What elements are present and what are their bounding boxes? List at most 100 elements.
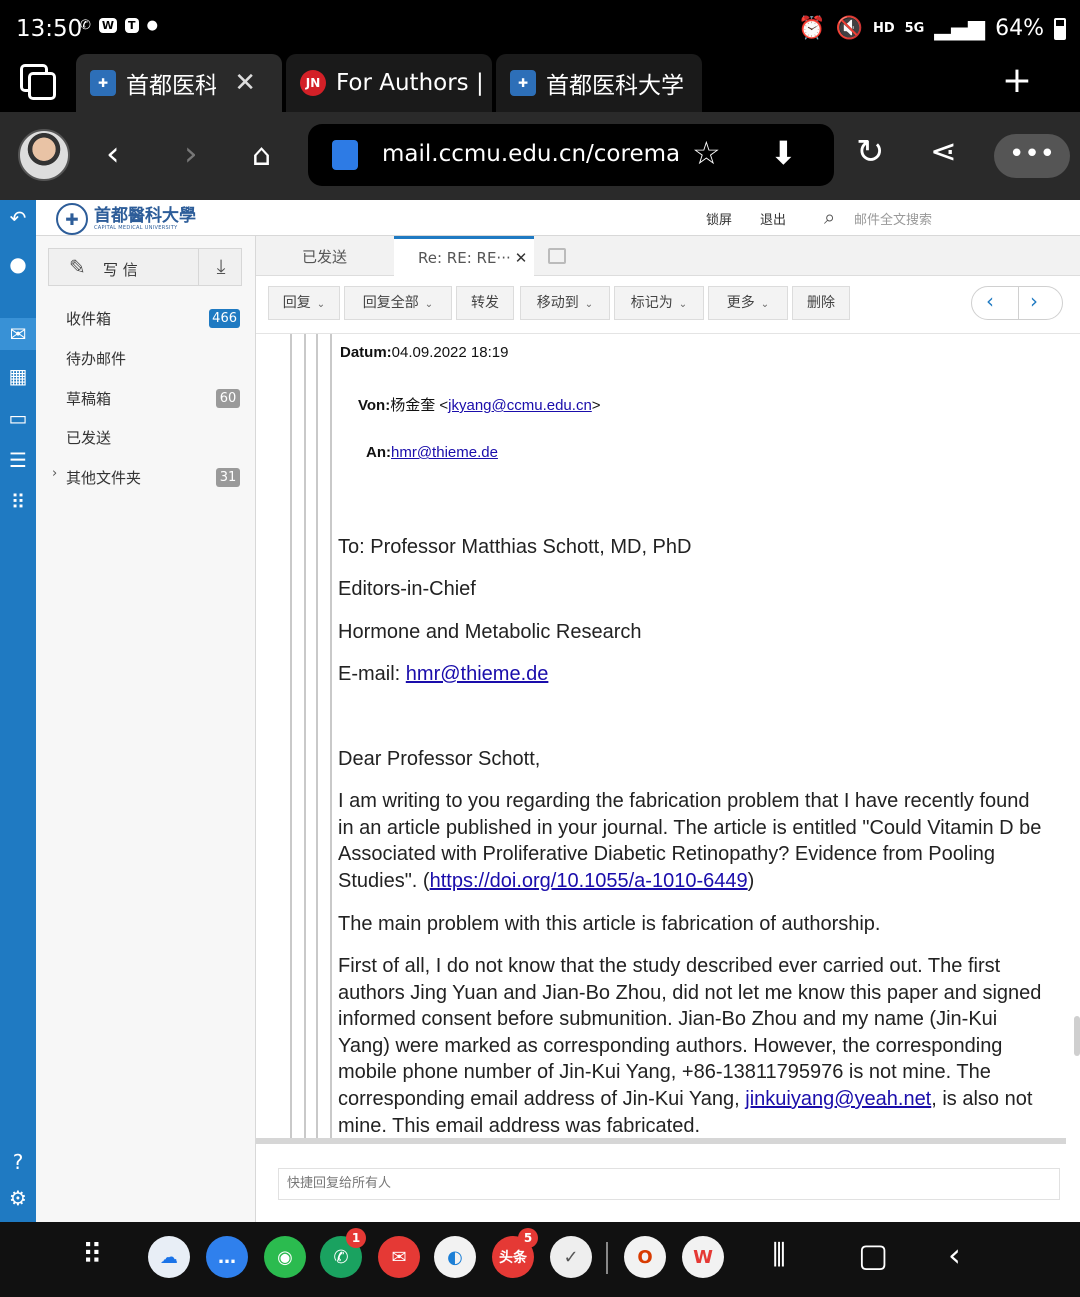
more-button[interactable]: 更多 ⌄ — [708, 286, 788, 320]
reading-pane: 已发送 Re: RE: RE··· ✕ 回复 ⌄ 回复全部 ⌄ 转发 移动到 ⌄ 标记为… — [256, 236, 1080, 1222]
calendar-icon[interactable]: ▦ — [6, 364, 30, 388]
folder-drafts[interactable]: 草稿箱 60 — [36, 378, 256, 418]
von-email-link[interactable]: jkyang@ccmu.edu.cn — [448, 397, 592, 414]
back-icon[interactable]: ‹ — [106, 134, 120, 174]
settings-gear-icon[interactable]: ⚙ — [6, 1186, 30, 1210]
horizontal-scrollbar[interactable] — [256, 1138, 1066, 1144]
url-field[interactable]: mail.ccmu.edu.cn/coremail ☆ ⬇ — [308, 124, 834, 186]
close-tab-icon[interactable]: ✕ — [234, 68, 256, 98]
help-icon[interactable]: ? — [6, 1150, 30, 1174]
header-datum: Datum:04.09.2022 18:19 — [340, 344, 508, 361]
back-arrow-icon[interactable]: ↶ — [6, 206, 30, 230]
profile-avatar[interactable] — [18, 129, 70, 181]
university-logo: ✚ 首都醫科大學 CAPITAL MEDICAL UNIVERSITY — [56, 203, 196, 235]
messages-icon[interactable]: … — [206, 1236, 248, 1278]
recents-icon[interactable]: ⦀ — [772, 1236, 786, 1275]
tab-sent[interactable]: 已发送 — [302, 236, 347, 276]
next-message-icon[interactable]: › — [1030, 289, 1038, 313]
wps-icon[interactable]: W — [682, 1236, 724, 1278]
contacts-icon[interactable]: ☰ — [6, 448, 30, 472]
message-pager: ‹ › — [971, 286, 1063, 320]
user-icon[interactable]: ● — [6, 252, 30, 276]
paragraph-1-close: ) — [747, 869, 755, 892]
browser-tab-label: For Authors | — [336, 70, 484, 96]
header-von: Von:杨金奎 <jkyang@ccmu.edu.cn> — [358, 394, 601, 415]
download-icon[interactable]: ⬇ — [770, 134, 797, 172]
office-icon[interactable]: O — [624, 1236, 666, 1278]
home-button-icon[interactable]: ▢ — [858, 1236, 888, 1274]
mail-icon[interactable]: ✉ — [0, 318, 36, 350]
browser-menu-button[interactable]: ••• — [994, 134, 1070, 178]
lock-screen-link[interactable]: 锁屏 — [706, 209, 732, 228]
phone-icon[interactable]: ✆ 1 — [320, 1228, 366, 1278]
toutiao-icon[interactable]: 头条 5 — [492, 1228, 538, 1278]
browser-tab-2[interactable]: JN For Authors | — [286, 54, 492, 112]
move-to-button[interactable]: 移动到 ⌄ — [520, 286, 610, 320]
battery-icon — [1054, 17, 1066, 40]
status-bar: 13:50 ✆ W T ● ⏰ 🔇 HD 5G ▂▄▆ 64% — [0, 0, 1080, 62]
folder-todo[interactable]: 待办邮件 — [36, 338, 256, 378]
move-label: 移动到 — [536, 295, 579, 311]
logout-link[interactable]: 退出 — [760, 209, 786, 228]
tasks-check-icon[interactable]: ✓ — [550, 1236, 592, 1278]
toutiao-label: 头条 — [499, 1250, 527, 1266]
an-email-link[interactable]: hmr@thieme.de — [391, 444, 498, 461]
fabricated-email-link[interactable]: jinkuiyang@yeah.net — [745, 1088, 931, 1110]
apps-grid-icon[interactable]: ⠿ — [6, 490, 30, 514]
new-window-icon[interactable] — [548, 248, 566, 264]
reply-all-button[interactable]: 回复全部 ⌄ — [344, 286, 452, 320]
mail-top-bar: ✚ 首都醫科大學 CAPITAL MEDICAL UNIVERSITY 锁屏 退… — [36, 200, 1080, 236]
system-back-icon[interactable]: ‹ — [948, 1236, 961, 1274]
other-count-badge: 31 — [216, 468, 240, 487]
expand-chevron-icon[interactable]: › — [52, 466, 57, 481]
missed-call-icon: ✆ — [80, 18, 91, 33]
folder-label: 其他文件夹 — [66, 469, 142, 487]
site-security-icon[interactable] — [332, 140, 358, 170]
reply-button[interactable]: 回复 ⌄ — [268, 286, 340, 320]
onedrive-icon[interactable]: ☁ — [148, 1236, 190, 1278]
folder-sent[interactable]: 已发送 — [36, 417, 256, 457]
doi-link[interactable]: https://doi.org/10.1055/a-1010-6449 — [430, 870, 748, 892]
reload-icon[interactable]: ↻ — [856, 132, 885, 172]
tab-switcher-icon[interactable] — [20, 64, 56, 100]
home-icon[interactable]: ⌂ — [252, 138, 271, 173]
webmail-page: ↶ ● ✉ ▦ ▭ ☰ ⠿ ? ⚙ ✚ 首都醫科大學 CAPITAL MEDIC… — [0, 200, 1080, 1222]
status-time: 13:50 — [16, 16, 83, 42]
folder-other[interactable]: › 其他文件夹 31 — [36, 457, 256, 497]
bookmark-star-icon[interactable]: ☆ — [692, 134, 721, 172]
forward-label: 转发 — [471, 295, 499, 311]
mark-as-button[interactable]: 标记为 ⌄ — [614, 286, 704, 320]
quick-reply-input[interactable]: 快捷回复给所有人 — [278, 1168, 1060, 1200]
app-drawer-icon[interactable]: ⠿ — [82, 1238, 103, 1271]
folder-label: 草稿箱 — [66, 390, 112, 408]
edge-browser-icon[interactable]: ◐ — [434, 1236, 476, 1278]
compose-button[interactable]: ✎ 写 信 — [49, 249, 199, 285]
receive-mail-icon[interactable]: ⤓ — [199, 249, 243, 285]
email-line: E-mail: hmr@thieme.de — [338, 661, 1048, 688]
vertical-scrollbar-thumb[interactable] — [1074, 1016, 1080, 1056]
tab-current-message[interactable]: Re: RE: RE··· ✕ — [394, 236, 534, 276]
toutiao-notification-icon: T — [125, 18, 139, 33]
previous-message-icon[interactable]: ‹ — [986, 289, 994, 313]
new-tab-icon[interactable]: + — [1002, 60, 1032, 101]
forward-button[interactable]: 转发 — [456, 286, 514, 320]
browser-tab-1[interactable]: ✚ 首都医科大学 ✕ — [76, 54, 282, 112]
folder-icon[interactable]: ▭ — [6, 406, 30, 430]
email-app-icon[interactable]: ✉ — [378, 1236, 420, 1278]
forward-icon[interactable]: › — [184, 134, 198, 174]
email-prefix: E-mail: — [338, 663, 406, 685]
search-icon[interactable]: ⌕ — [824, 205, 835, 229]
browser-tab-3[interactable]: ✚ 首都医科大学 — [496, 54, 702, 112]
close-tab-icon[interactable]: ✕ — [515, 249, 528, 267]
university-name: 首都醫科大學 — [94, 206, 196, 226]
quote-line — [290, 334, 292, 1138]
share-icon[interactable]: ⋖ — [930, 132, 957, 170]
folder-inbox[interactable]: 收件箱 466 — [36, 298, 256, 338]
search-input[interactable]: 邮件全文搜索 — [854, 209, 932, 228]
wechat-icon[interactable]: ◉ — [264, 1236, 306, 1278]
delete-button[interactable]: 删除 — [792, 286, 850, 320]
jn-favicon-icon: JN — [300, 70, 326, 96]
ccmu-favicon-icon: ✚ — [90, 70, 116, 96]
von-close: > — [591, 397, 601, 414]
journal-email-link[interactable]: hmr@thieme.de — [406, 663, 549, 685]
